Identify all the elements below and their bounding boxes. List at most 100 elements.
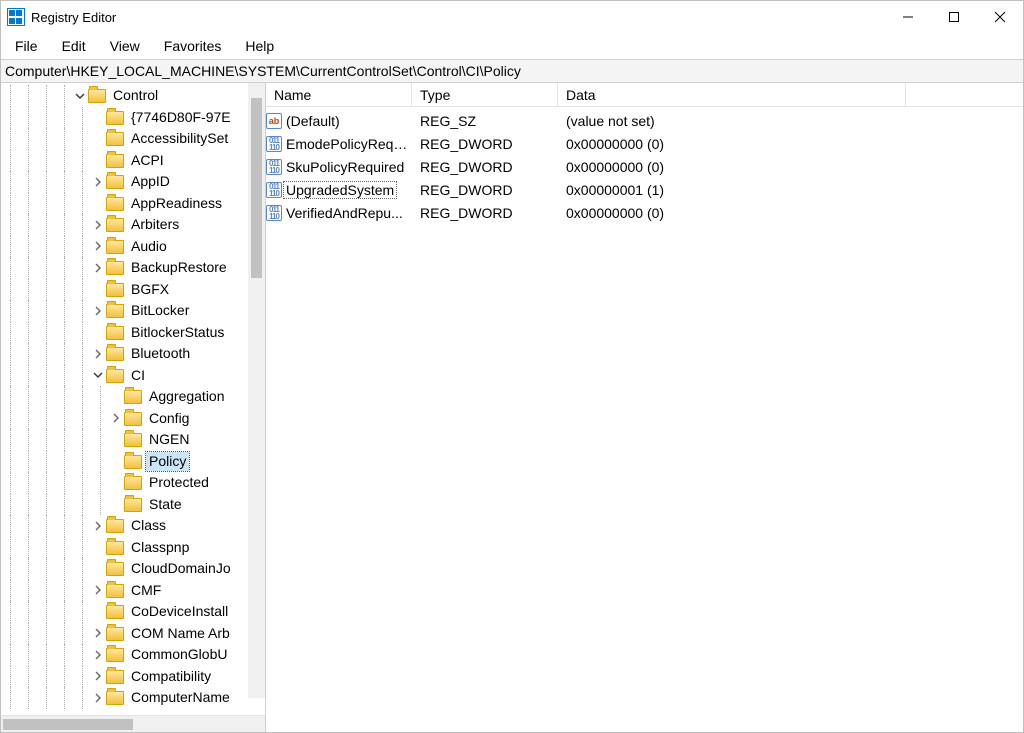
tree-node-label[interactable]: ComputerName	[128, 688, 233, 707]
tree-node-label[interactable]: BitLocker	[128, 301, 192, 320]
tree-node[interactable]: {7746D80F-97E	[1, 107, 265, 129]
column-header-type[interactable]: Type	[412, 83, 558, 106]
tree-node-label[interactable]: Arbiters	[128, 215, 182, 234]
tree-node[interactable]: CoDeviceInstall	[1, 601, 265, 623]
value-row[interactable]: ab(Default)REG_SZ(value not set)	[266, 109, 1023, 132]
menu-favorites[interactable]: Favorites	[154, 36, 232, 56]
tree-node-label[interactable]: State	[146, 495, 185, 514]
menu-edit[interactable]: Edit	[52, 36, 96, 56]
vertical-scrollbar-thumb[interactable]	[251, 98, 262, 278]
tree-node[interactable]: CI	[1, 365, 265, 387]
tree-node[interactable]: Aggregation	[1, 386, 265, 408]
tree-node-label[interactable]: Compatibility	[128, 667, 214, 686]
chevron-down-icon[interactable]	[91, 368, 105, 382]
tree-node[interactable]: Config	[1, 408, 265, 430]
tree-node-label[interactable]: CI	[128, 366, 148, 385]
tree-node[interactable]: ComputerName	[1, 687, 265, 709]
tree-node[interactable]: Protected	[1, 472, 265, 494]
tree-node-label[interactable]: Policy	[146, 452, 189, 471]
close-button[interactable]	[977, 1, 1023, 33]
tree-node[interactable]: CMF	[1, 580, 265, 602]
tree-node-label[interactable]: CoDeviceInstall	[128, 602, 231, 621]
tree-node-label[interactable]: AccessibilitySet	[128, 129, 231, 148]
tree-node[interactable]: State	[1, 494, 265, 516]
tree-node[interactable]: Class	[1, 515, 265, 537]
tree-node[interactable]: COM Name Arb	[1, 623, 265, 645]
tree-node-label[interactable]: CMF	[128, 581, 164, 600]
tree-node-label[interactable]: Aggregation	[146, 387, 228, 406]
column-header-name[interactable]: Name	[266, 83, 412, 106]
tree-node[interactable]: Bluetooth	[1, 343, 265, 365]
chevron-right-icon[interactable]	[109, 411, 123, 425]
tree-node[interactable]: BitlockerStatus	[1, 322, 265, 344]
value-name-cell[interactable]: ab(Default)	[266, 113, 412, 129]
tree-node[interactable]: BGFX	[1, 279, 265, 301]
chevron-right-icon[interactable]	[91, 583, 105, 597]
tree-node[interactable]: Compatibility	[1, 666, 265, 688]
chevron-right-icon[interactable]	[91, 669, 105, 683]
tree-node[interactable]: Audio	[1, 236, 265, 258]
tree-node-label[interactable]: AppID	[128, 172, 173, 191]
chevron-right-icon[interactable]	[91, 347, 105, 361]
value-row[interactable]: 011110SkuPolicyRequiredREG_DWORD0x000000…	[266, 155, 1023, 178]
tree-node[interactable]: NGEN	[1, 429, 265, 451]
chevron-right-icon[interactable]	[91, 261, 105, 275]
tree-node[interactable]: CloudDomainJo	[1, 558, 265, 580]
tree-node-label[interactable]: Protected	[146, 473, 212, 492]
tree-node-label[interactable]: COM Name Arb	[128, 624, 233, 643]
tree-node-label[interactable]: ACPI	[128, 151, 167, 170]
menu-help[interactable]: Help	[235, 36, 284, 56]
address-bar[interactable]: Computer\HKEY_LOCAL_MACHINE\SYSTEM\Curre…	[1, 59, 1023, 83]
chevron-right-icon[interactable]	[91, 626, 105, 640]
chevron-right-icon[interactable]	[91, 519, 105, 533]
tree-node-label[interactable]: Classpnp	[128, 538, 192, 557]
tree-node-label[interactable]: AppReadiness	[128, 194, 225, 213]
chevron-right-icon[interactable]	[91, 304, 105, 318]
value-name[interactable]: EmodePolicyRequ...	[284, 136, 412, 152]
tree-node-label[interactable]: BitlockerStatus	[128, 323, 227, 342]
tree-node[interactable]: AppReadiness	[1, 193, 265, 215]
tree-node[interactable]: Classpnp	[1, 537, 265, 559]
value-row[interactable]: 011110VerifiedAndRepu...REG_DWORD0x00000…	[266, 201, 1023, 224]
chevron-right-icon[interactable]	[91, 648, 105, 662]
tree-node[interactable]: Policy	[1, 451, 265, 473]
tree-node-label[interactable]: Control	[110, 86, 161, 105]
value-row[interactable]: 011110UpgradedSystemREG_DWORD0x00000001 …	[266, 178, 1023, 201]
chevron-right-icon[interactable]	[91, 691, 105, 705]
chevron-down-icon[interactable]	[73, 89, 87, 103]
tree-node-label[interactable]: BackupRestore	[128, 258, 230, 277]
tree-node-label[interactable]: Config	[146, 409, 192, 428]
chevron-right-icon[interactable]	[91, 218, 105, 232]
tree-scroll-area[interactable]: Control {7746D80F-97E AccessibilitySet ACPI…	[1, 83, 265, 715]
tree-node[interactable]: Control	[1, 85, 265, 107]
tree-node[interactable]: AccessibilitySet	[1, 128, 265, 150]
value-name[interactable]: VerifiedAndRepu...	[284, 205, 405, 221]
address-path[interactable]: Computer\HKEY_LOCAL_MACHINE\SYSTEM\Curre…	[5, 63, 1019, 79]
menu-file[interactable]: File	[5, 36, 48, 56]
tree-node[interactable]: ACPI	[1, 150, 265, 172]
value-name-cell[interactable]: 011110UpgradedSystem	[266, 182, 412, 198]
tree-node-label[interactable]: NGEN	[146, 430, 192, 449]
tree-node[interactable]: AppID	[1, 171, 265, 193]
menu-view[interactable]: View	[100, 36, 150, 56]
tree-node-label[interactable]: {7746D80F-97E	[128, 108, 234, 127]
horizontal-scrollbar-thumb[interactable]	[3, 719, 133, 730]
value-name[interactable]: (Default)	[284, 113, 342, 129]
tree-node-label[interactable]: BGFX	[128, 280, 172, 299]
value-name[interactable]: UpgradedSystem	[284, 182, 396, 198]
tree-node[interactable]: CommonGlobU	[1, 644, 265, 666]
horizontal-scrollbar[interactable]	[1, 715, 265, 732]
tree-node-label[interactable]: CommonGlobU	[128, 645, 230, 664]
chevron-right-icon[interactable]	[91, 175, 105, 189]
tree-node[interactable]: BackupRestore	[1, 257, 265, 279]
maximize-button[interactable]	[931, 1, 977, 33]
value-name-cell[interactable]: 011110SkuPolicyRequired	[266, 159, 412, 175]
tree-node-label[interactable]: Class	[128, 516, 169, 535]
value-name-cell[interactable]: 011110EmodePolicyRequ...	[266, 136, 412, 152]
tree-node-label[interactable]: CloudDomainJo	[128, 559, 234, 578]
chevron-right-icon[interactable]	[91, 239, 105, 253]
tree-node-label[interactable]: Audio	[128, 237, 170, 256]
value-name[interactable]: SkuPolicyRequired	[284, 159, 406, 175]
value-name-cell[interactable]: 011110VerifiedAndRepu...	[266, 205, 412, 221]
tree-node[interactable]: BitLocker	[1, 300, 265, 322]
